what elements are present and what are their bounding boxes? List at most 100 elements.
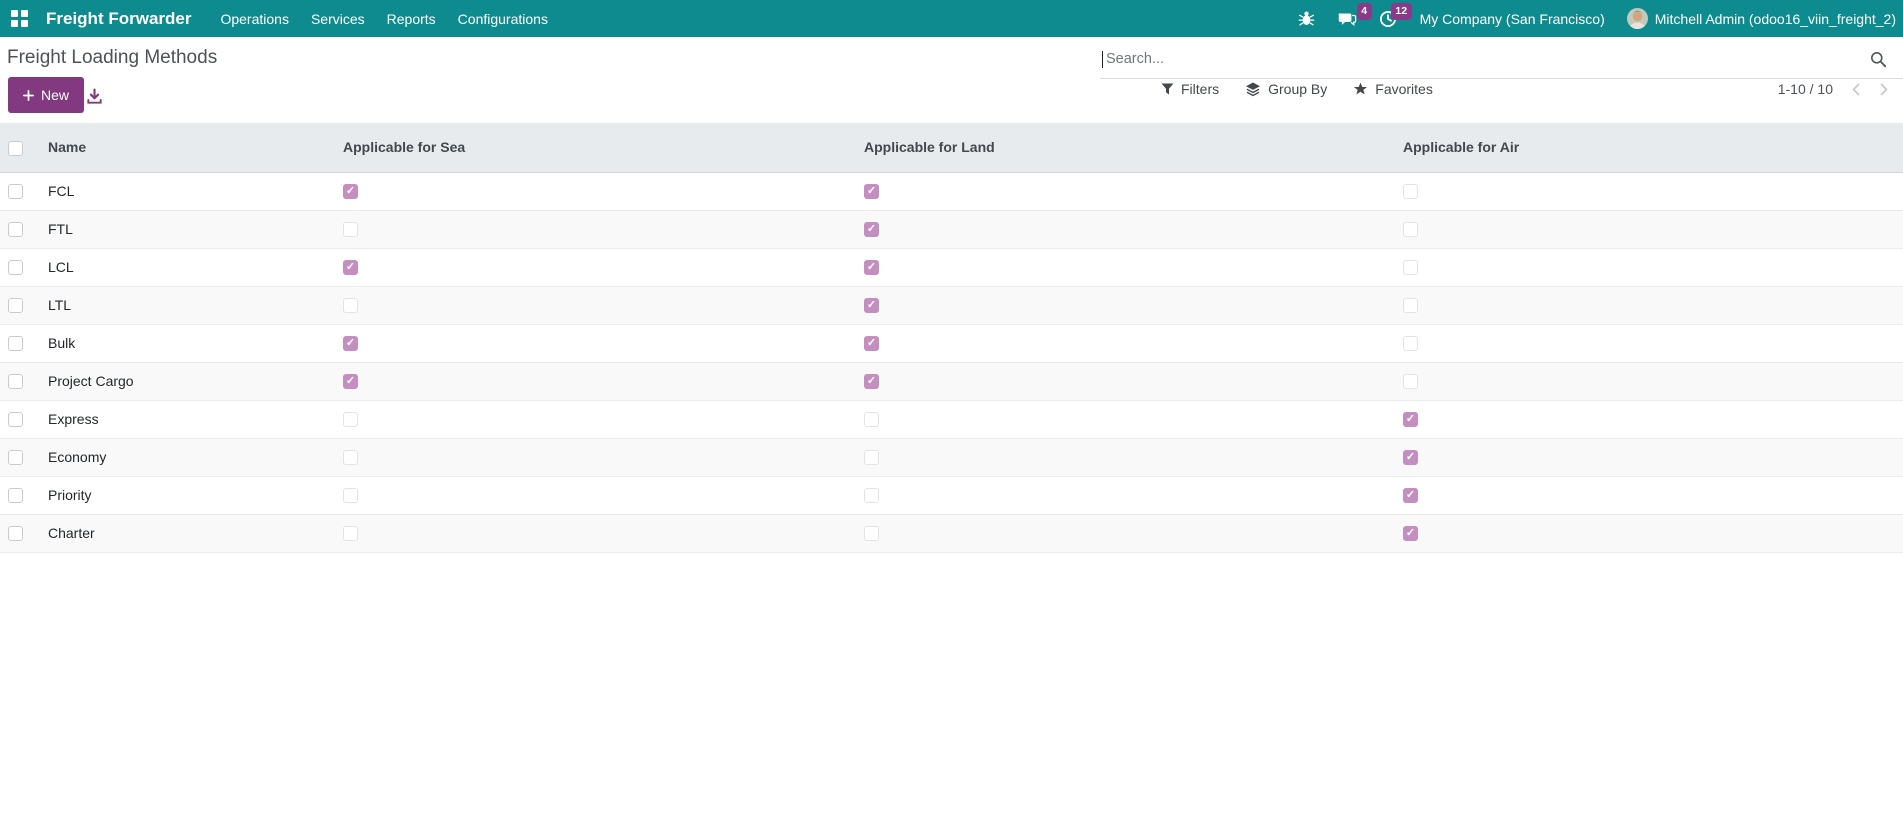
cell-name[interactable]: Economy xyxy=(40,438,335,476)
cell-air[interactable] xyxy=(1395,248,1903,286)
pager-value[interactable]: 1-10 / 10 xyxy=(1772,81,1839,97)
favorites-button[interactable]: Favorites xyxy=(1340,81,1446,97)
select-all-checkbox[interactable] xyxy=(8,141,23,156)
control-panel: Freight Loading Methods Search... New Fi… xyxy=(0,37,1903,123)
cell-name[interactable]: FTL xyxy=(40,210,335,248)
cell-name[interactable]: LTL xyxy=(40,286,335,324)
cell-name[interactable]: LCL xyxy=(40,248,335,286)
cell-name[interactable]: Charter xyxy=(40,514,335,552)
row-select-checkbox[interactable] xyxy=(8,412,23,427)
cell-sea[interactable] xyxy=(335,438,856,476)
row-select-checkbox[interactable] xyxy=(8,526,23,541)
cell-sea[interactable] xyxy=(335,286,856,324)
row-select-checkbox[interactable] xyxy=(8,260,23,275)
cell-select[interactable] xyxy=(0,324,40,362)
row-select-checkbox[interactable] xyxy=(8,450,23,465)
apps-menu-icon[interactable] xyxy=(11,10,28,27)
cell-name[interactable]: Bulk xyxy=(40,324,335,362)
cell-air[interactable] xyxy=(1395,172,1903,210)
export-download-button[interactable] xyxy=(84,86,105,110)
cell-name[interactable]: Project Cargo xyxy=(40,362,335,400)
table-row[interactable]: LCL xyxy=(0,248,1903,286)
menu-item-services[interactable]: Services xyxy=(300,0,376,37)
cell-land[interactable] xyxy=(856,438,1395,476)
search-icon[interactable] xyxy=(1870,51,1887,68)
column-header-name[interactable]: Name xyxy=(40,123,335,172)
debug-bug-icon[interactable] xyxy=(1287,0,1326,37)
row-select-checkbox[interactable] xyxy=(8,222,23,237)
cell-select[interactable] xyxy=(0,248,40,286)
table-row[interactable]: Charter xyxy=(0,514,1903,552)
row-select-checkbox[interactable] xyxy=(8,488,23,503)
cell-select[interactable] xyxy=(0,362,40,400)
cell-name[interactable]: Priority xyxy=(40,476,335,514)
column-header-air[interactable]: Applicable for Air xyxy=(1395,123,1903,172)
cell-sea[interactable] xyxy=(335,248,856,286)
row-select-checkbox[interactable] xyxy=(8,336,23,351)
cell-air[interactable] xyxy=(1395,438,1903,476)
table-row[interactable]: Project Cargo xyxy=(0,362,1903,400)
table-row[interactable]: LTL xyxy=(0,286,1903,324)
table-row[interactable]: Economy xyxy=(0,438,1903,476)
table-row[interactable]: Bulk xyxy=(0,324,1903,362)
land-checkbox xyxy=(864,450,879,465)
cell-land[interactable] xyxy=(856,400,1395,438)
cell-land[interactable] xyxy=(856,476,1395,514)
cell-select[interactable] xyxy=(0,514,40,552)
column-header-sea[interactable]: Applicable for Sea xyxy=(335,123,856,172)
cell-name[interactable]: Express xyxy=(40,400,335,438)
company-switcher[interactable]: My Company (San Francisco) xyxy=(1408,11,1617,27)
cell-air[interactable] xyxy=(1395,400,1903,438)
cell-sea[interactable] xyxy=(335,400,856,438)
menu-item-configurations[interactable]: Configurations xyxy=(447,0,559,37)
new-button[interactable]: New xyxy=(8,77,84,113)
cell-select[interactable] xyxy=(0,438,40,476)
cell-land[interactable] xyxy=(856,172,1395,210)
cell-air[interactable] xyxy=(1395,514,1903,552)
cell-air[interactable] xyxy=(1395,210,1903,248)
sea-checkbox xyxy=(343,374,358,389)
cell-select[interactable] xyxy=(0,286,40,324)
cell-select[interactable] xyxy=(0,400,40,438)
table-row[interactable]: FTL xyxy=(0,210,1903,248)
cell-select[interactable] xyxy=(0,172,40,210)
table-row[interactable]: Priority xyxy=(0,476,1903,514)
menu-item-reports[interactable]: Reports xyxy=(376,0,447,37)
cell-sea[interactable] xyxy=(335,172,856,210)
row-select-checkbox[interactable] xyxy=(8,374,23,389)
column-header-land[interactable]: Applicable for Land xyxy=(856,123,1395,172)
cell-air[interactable] xyxy=(1395,286,1903,324)
menu-item-operations[interactable]: Operations xyxy=(209,0,299,37)
cell-land[interactable] xyxy=(856,362,1395,400)
activities-clock-icon[interactable]: 12 xyxy=(1368,0,1408,37)
cell-land[interactable] xyxy=(856,210,1395,248)
cell-sea[interactable] xyxy=(335,514,856,552)
cell-land[interactable] xyxy=(856,286,1395,324)
pager-next-button[interactable] xyxy=(1873,80,1895,99)
row-select-checkbox[interactable] xyxy=(8,184,23,199)
cell-land[interactable] xyxy=(856,514,1395,552)
cell-sea[interactable] xyxy=(335,362,856,400)
cell-air[interactable] xyxy=(1395,362,1903,400)
cell-air[interactable] xyxy=(1395,324,1903,362)
user-menu[interactable]: Mitchell Admin (odoo16_viin_freight_2) xyxy=(1617,8,1903,29)
cell-select[interactable] xyxy=(0,210,40,248)
cell-sea[interactable] xyxy=(335,476,856,514)
cell-air[interactable] xyxy=(1395,476,1903,514)
table-row[interactable]: Express xyxy=(0,400,1903,438)
cell-select[interactable] xyxy=(0,476,40,514)
messages-icon[interactable]: 4 xyxy=(1326,0,1368,37)
cell-sea[interactable] xyxy=(335,210,856,248)
pager-previous-button[interactable] xyxy=(1845,80,1867,99)
group-by-button[interactable]: Group By xyxy=(1232,81,1340,97)
cell-name[interactable]: FCL xyxy=(40,172,335,210)
row-select-checkbox[interactable] xyxy=(8,298,23,313)
chevron-left-icon xyxy=(1851,82,1861,97)
cell-land[interactable] xyxy=(856,324,1395,362)
app-brand[interactable]: Freight Forwarder xyxy=(40,9,197,29)
land-checkbox xyxy=(864,336,879,351)
cell-land[interactable] xyxy=(856,248,1395,286)
table-row[interactable]: FCL xyxy=(0,172,1903,210)
cell-sea[interactable] xyxy=(335,324,856,362)
filters-button[interactable]: Filters xyxy=(1148,81,1232,97)
